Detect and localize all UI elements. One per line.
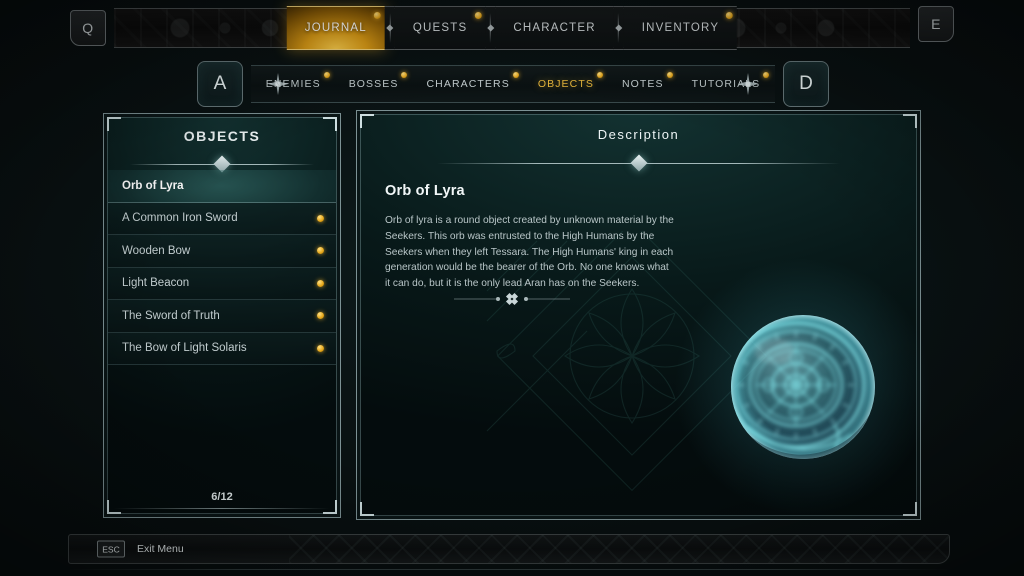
list-item-label: The Bow of Light Solaris xyxy=(122,342,247,355)
description-panel: Description Orb of Lyra Orb of lyra is a… xyxy=(356,110,940,520)
list-item-new-badge-icon xyxy=(317,344,324,352)
top-tabs: JOURNAL QUESTS CHARACTER INVENTORY xyxy=(286,6,738,50)
objects-count-rule xyxy=(114,508,330,509)
description-title: Description xyxy=(597,127,680,142)
list-item[interactable]: Orb of Lyra xyxy=(108,170,336,203)
description-item-text: Orb of lyra is a round object created by… xyxy=(385,215,674,290)
exit-menu-label[interactable]: Exit Menu xyxy=(137,543,184,555)
list-item-label: Light Beacon xyxy=(122,277,190,290)
tab-quests[interactable]: QUESTS xyxy=(394,6,486,50)
list-item-new-badge-icon xyxy=(317,279,324,287)
category-bosses-label: BOSSES xyxy=(348,78,399,90)
category-bosses[interactable]: BOSSES xyxy=(335,72,413,90)
tab-quests-label: QUESTS xyxy=(412,22,468,34)
category-notes[interactable]: NOTES xyxy=(608,72,678,90)
tab-character-label: CHARACTER xyxy=(513,22,596,34)
tab-inventory[interactable]: INVENTORY xyxy=(623,6,738,50)
objects-list-title: OBJECTS xyxy=(183,128,261,144)
list-item[interactable]: A Common Iron Sword xyxy=(108,202,336,235)
tab-journal[interactable]: JOURNAL xyxy=(286,6,385,50)
tab-separator-3 xyxy=(613,6,624,50)
tab-journal-label: JOURNAL xyxy=(304,22,367,34)
orb-glow xyxy=(666,257,940,516)
objects-list-panel: OBJECTS Orb of Lyra A Common Iron Sword … xyxy=(103,113,341,518)
list-item[interactable]: Wooden Bow xyxy=(108,235,336,268)
objects-count-label: 6/12 xyxy=(211,491,233,503)
game-menu-screen: Q E JOURNAL QUESTS CHARACTER INVENTORY A… xyxy=(0,0,1024,576)
category-enemies[interactable]: ENEMIES xyxy=(252,72,335,90)
tab-inventory-badge-icon xyxy=(726,12,734,19)
description-divider xyxy=(437,154,840,172)
list-item[interactable]: The Bow of Light Solaris xyxy=(108,332,336,365)
desc-panel-corner-tr xyxy=(903,114,917,128)
category-characters-label: CHARACTERS xyxy=(426,78,510,90)
objects-list: Orb of Lyra A Common Iron Sword Wooden B… xyxy=(108,170,336,481)
tab-separator-2 xyxy=(485,6,496,50)
diamond-knot-ornament-icon xyxy=(452,288,572,310)
list-item[interactable]: The Sword of Truth xyxy=(108,300,336,333)
key-hint-d-next-category[interactable]: D xyxy=(783,61,829,107)
category-bosses-badge-icon xyxy=(401,72,408,78)
desc-panel-corner-tl xyxy=(360,114,374,128)
list-item-label: The Sword of Truth xyxy=(122,309,220,322)
category-navigation-bar: A D ENEMIES BOSSES CHARACTERS OBJECTS NO… xyxy=(197,61,829,109)
compass-star-icon-right xyxy=(735,71,761,97)
category-objects-label: OBJECTS xyxy=(537,78,594,90)
tab-character[interactable]: CHARACTER xyxy=(495,6,614,50)
category-notes-badge-icon xyxy=(666,72,673,78)
divider-diamond-icon xyxy=(630,154,647,172)
key-hint-e[interactable]: E xyxy=(918,6,954,42)
desc-panel-corner-bl xyxy=(360,502,374,516)
objects-list-divider xyxy=(130,155,314,173)
list-item-label: Wooden Bow xyxy=(122,244,191,257)
key-hint-esc[interactable]: ESC xyxy=(97,540,125,558)
key-hint-a-prev-category[interactable]: A xyxy=(197,61,243,107)
category-characters[interactable]: CHARACTERS xyxy=(412,72,523,90)
list-item[interactable]: Light Beacon xyxy=(108,267,336,300)
footer-bar: ESC Exit Menu xyxy=(68,534,950,564)
category-enemies-badge-icon xyxy=(323,72,330,78)
category-characters-badge-icon xyxy=(512,72,519,78)
list-item-label: A Common Iron Sword xyxy=(122,212,238,225)
list-item-new-badge-icon xyxy=(317,312,324,320)
category-objects-badge-icon xyxy=(596,72,603,78)
list-item-new-badge-icon xyxy=(317,214,324,222)
list-item-new-badge-icon xyxy=(317,247,324,255)
category-notes-label: NOTES xyxy=(621,78,664,90)
category-tutorials-badge-icon xyxy=(763,72,770,78)
description-item-name: Orb of Lyra xyxy=(385,183,465,199)
category-enemies-label: ENEMIES xyxy=(265,78,321,90)
tab-inventory-label: INVENTORY xyxy=(641,22,720,34)
list-item-label: Orb of Lyra xyxy=(122,179,184,192)
category-objects[interactable]: OBJECTS xyxy=(524,72,608,90)
category-strip: ENEMIES BOSSES CHARACTERS OBJECTS NOTES … xyxy=(251,65,775,103)
top-navigation-bar: Q E JOURNAL QUESTS CHARACTER INVENTORY xyxy=(70,6,954,50)
orb-of-lyra-artwork xyxy=(666,257,940,516)
key-hint-q[interactable]: Q xyxy=(70,10,106,46)
footer-underline xyxy=(68,569,950,570)
description-body: Orb of Lyra Orb of lyra is a round objec… xyxy=(385,183,675,292)
tab-journal-badge-icon xyxy=(373,12,381,19)
tab-quests-badge-icon xyxy=(474,12,482,19)
tab-separator-1 xyxy=(384,6,395,50)
